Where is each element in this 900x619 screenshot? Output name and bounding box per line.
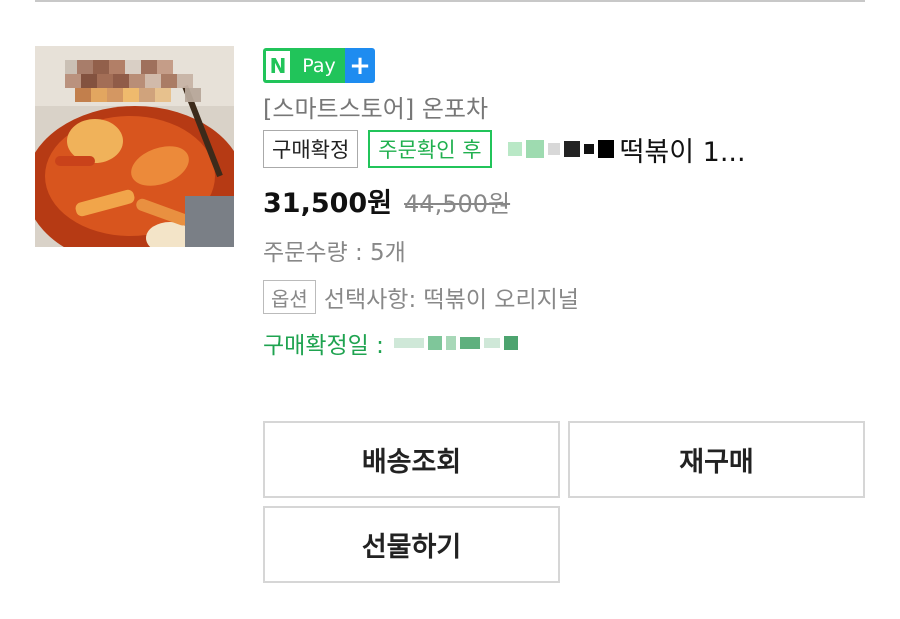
- option-row: 옵션 선택사항: 떡볶이 오리지널: [263, 277, 865, 317]
- option-badge: 옵션: [263, 280, 316, 314]
- sale-price: 31,500원: [263, 188, 393, 219]
- naver-n-logo: N: [263, 48, 293, 83]
- product-name: 떡볶이 1...: [619, 136, 746, 168]
- track-delivery-button[interactable]: 배송조회: [263, 421, 560, 498]
- gift-button[interactable]: 선물하기: [263, 506, 560, 583]
- price-row: 31,500원 44,500원: [263, 181, 865, 225]
- store-name[interactable]: [스마트스토어] 온포차: [263, 93, 865, 125]
- rebuy-button[interactable]: 재구매: [568, 421, 865, 498]
- top-divider: [35, 0, 865, 2]
- order-quantity: 주문수량 : 5개: [263, 240, 406, 266]
- product-title-row[interactable]: 구매확정 주문확인 후 떡볶이 1...: [263, 129, 865, 169]
- status-badge: 구매확정: [263, 130, 359, 168]
- npay-plus-badge: N Pay +: [263, 48, 375, 83]
- product-thumbnail[interactable]: [35, 46, 234, 247]
- order-info: N Pay + [스마트스토어] 온포차 구매확정 주문확인 후 떡볶이 1..…: [263, 48, 865, 363]
- tteokbokki-image: [35, 46, 234, 247]
- plus-icon: +: [345, 48, 375, 83]
- order-confirm-badge: 주문확인 후: [368, 130, 492, 168]
- confirm-date-label: 구매확정일 :: [263, 333, 384, 359]
- pay-label: Pay: [293, 48, 345, 83]
- original-price: 44,500원: [404, 190, 511, 218]
- purchase-confirm-date: 구매확정일 :: [263, 323, 865, 363]
- redacted-text: [507, 140, 614, 158]
- redacted-date: [393, 336, 518, 350]
- option-text: 선택사항: 떡볶이 오리지널: [323, 287, 579, 313]
